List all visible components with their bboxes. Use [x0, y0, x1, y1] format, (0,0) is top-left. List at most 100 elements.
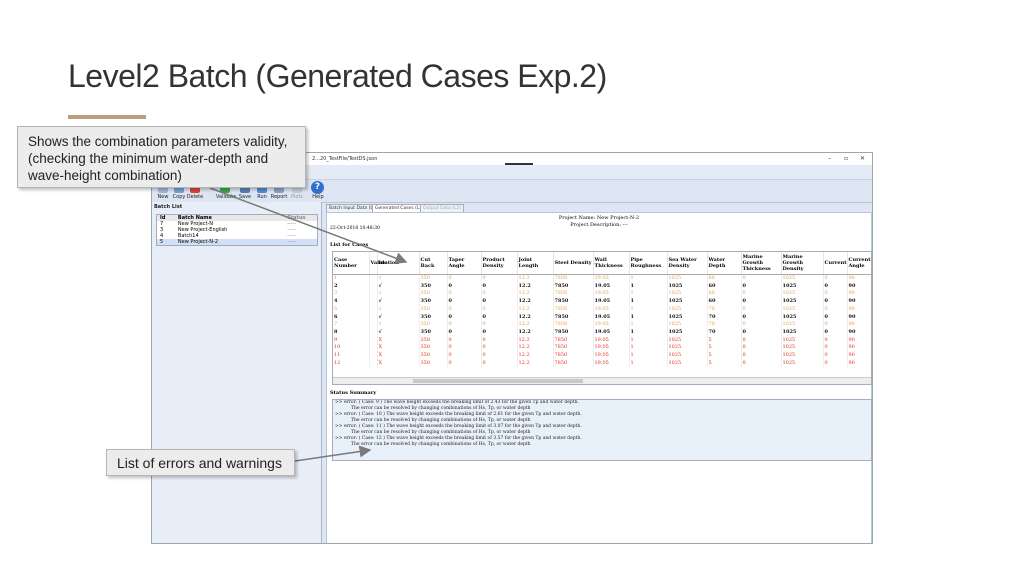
table-cell: 1025 — [667, 352, 708, 360]
table-cell: 1025 — [667, 359, 708, 368]
table-cell — [369, 359, 378, 368]
table-cell: 0 — [741, 274, 782, 283]
column-header[interactable]: Steel Density — [553, 252, 594, 275]
table-cell: 0 — [447, 352, 482, 360]
horizontal-scrollbar[interactable] — [333, 377, 871, 384]
table-cell: 1025 — [667, 321, 708, 329]
column-header[interactable]: Current Angle — [847, 252, 871, 275]
table-row[interactable]: 8 √ 350 0 0 12.2 7850 19.05 1 1025 70 0 1025 0 90 — [333, 328, 871, 337]
table-cell: 1025 — [781, 352, 824, 360]
table-cell: 0 — [447, 321, 482, 329]
maximize-icon[interactable]: ▫ — [844, 155, 848, 162]
table-cell: 2 — [333, 282, 370, 291]
batch-list-row-selected[interactable]: 5 New Project-N-2 ----- — [157, 239, 317, 245]
column-header[interactable]: Pipe Roughness — [629, 252, 668, 275]
table-row[interactable]: 5 √ 350 0 0 12.2 7850 19.05 1 1025 70 0 1025 0 90 — [333, 305, 871, 314]
batch-list-pane: Batch List Id Batch Name Status 7 New Pr… — [152, 202, 322, 543]
table-cell: 5 — [707, 352, 742, 360]
table-cell: 19.05 — [593, 321, 630, 329]
minimize-icon[interactable]: – — [828, 155, 831, 162]
table-cell: 0 — [447, 290, 482, 299]
column-header[interactable]: Marine Growth Density — [781, 252, 824, 275]
column-header[interactable]: Wall Thickness — [593, 252, 630, 275]
batch-name: New Project-N-2 — [177, 239, 219, 245]
message-line: The error can be resolved by changing co… — [351, 442, 531, 447]
title-underline — [68, 115, 146, 119]
table-row[interactable]: 6 √ 350 0 0 12.2 7850 19.05 1 1025 70 0 1025 0 90 — [333, 313, 871, 322]
table-cell: 0 — [481, 282, 518, 291]
table-cell: 19.05 — [593, 274, 630, 283]
help-label: Help — [312, 194, 324, 200]
table-cell: 0 — [481, 336, 518, 345]
table-cell: 12.2 — [517, 321, 554, 329]
column-header[interactable]: Joint Length — [517, 252, 554, 275]
table-cell — [369, 313, 378, 322]
column-header[interactable]: Validation — [369, 252, 399, 275]
table-cell: 19.05 — [593, 336, 630, 345]
table-cell: 1 — [629, 352, 668, 360]
column-header[interactable]: Sea Water Density — [667, 252, 708, 275]
table-cell: 12.2 — [517, 344, 554, 353]
table-cell: √ — [377, 274, 420, 283]
column-header[interactable]: Case Number — [333, 252, 370, 275]
table-cell: 7 — [333, 321, 370, 329]
delete-label: Delete — [186, 194, 204, 200]
table-cell: 90 — [847, 305, 871, 314]
column-header[interactable]: Cut Back — [419, 252, 448, 275]
table-cell: 60 — [707, 290, 742, 299]
scrollbar-thumb[interactable] — [413, 379, 583, 383]
table-cell: 12.2 — [517, 305, 554, 314]
table-cell: 0 — [823, 305, 848, 314]
table-row[interactable]: 2 √ 350 0 0 12.2 7850 19.05 1 1025 60 0 1025 0 90 — [333, 282, 871, 291]
table-row[interactable]: 9 X 350 0 0 12.2 7850 19.05 1 1025 5 0 1025 0 90 — [333, 336, 871, 345]
table-row[interactable]: 7 √ 350 0 0 12.2 7850 19.05 1 1025 70 0 1025 0 90 — [333, 321, 871, 329]
table-cell: 0 — [447, 336, 482, 345]
table-cell: 1025 — [781, 290, 824, 299]
help-icon[interactable]: ? — [311, 181, 324, 194]
column-header[interactable]: Product Density — [481, 252, 518, 275]
copy-label: Copy — [172, 194, 186, 200]
table-cell: X — [377, 344, 420, 353]
message-summary-box[interactable]: >> error: ( Case: 9 ) The wave height ex… — [332, 399, 872, 461]
table-cell: 0 — [447, 305, 482, 314]
table-cell: 12.2 — [517, 328, 554, 337]
table-cell: 19.05 — [593, 282, 630, 291]
column-header[interactable]: Marine Growth Thickness — [741, 252, 782, 275]
table-cell: 1025 — [781, 359, 824, 368]
table-cell: 0 — [481, 321, 518, 329]
table-cell: 350 — [419, 274, 448, 283]
cases-table-body: 1 √ 350 0 0 12.2 7850 19.05 1 1025 60 0 1025 0 90 2 √ 350… — [333, 274, 871, 368]
slide-title: Level2 Batch (Generated Cases Exp.2) — [68, 58, 607, 94]
table-row[interactable]: 3 √ 350 0 0 12.2 7850 19.05 1 1025 60 0 1025 0 90 — [333, 290, 871, 299]
column-header[interactable]: Water Depth — [707, 252, 742, 275]
table-cell: 60 — [707, 298, 742, 306]
table-cell: 0 — [447, 274, 482, 283]
table-cell: 350 — [419, 336, 448, 345]
table-cell: 19.05 — [593, 328, 630, 337]
table-cell: 90 — [847, 328, 871, 337]
table-cell — [369, 274, 378, 283]
table-cell — [369, 336, 378, 345]
table-row[interactable]: 4 √ 350 0 0 12.2 7850 19.05 1 1025 60 0 1025 0 90 — [333, 298, 871, 306]
table-cell: 350 — [419, 305, 448, 314]
column-header[interactable]: Taper Angle — [447, 252, 482, 275]
table-row[interactable]: 12 X 350 0 0 12.2 7850 19.05 1 1025 5 0 1025 0 90 — [333, 359, 871, 368]
table-row[interactable]: 1 √ 350 0 0 12.2 7850 19.05 1 1025 60 0 1025 0 90 — [333, 274, 871, 283]
messages-title: Status Summary — [330, 390, 377, 396]
table-cell: 0 — [481, 313, 518, 322]
help-button[interactable]: Help — [309, 194, 327, 200]
table-cell: 350 — [419, 290, 448, 299]
table-cell: 0 — [447, 282, 482, 291]
table-cell: 7850 — [553, 274, 594, 283]
table-cell: 19.05 — [593, 298, 630, 306]
table-cell: 7850 — [553, 344, 594, 353]
close-icon[interactable]: ✕ — [860, 155, 865, 162]
table-cell: 12.2 — [517, 290, 554, 299]
table-cell: 0 — [447, 328, 482, 337]
table-row[interactable]: 10 X 350 0 0 12.2 7850 19.05 1 1025 5 0 1025 0 90 — [333, 344, 871, 353]
table-cell: 350 — [419, 359, 448, 368]
column-header[interactable]: Current — [823, 252, 848, 275]
table-row[interactable]: 11 X 350 0 0 12.2 7850 19.05 1 1025 5 0 1025 0 90 — [333, 352, 871, 360]
table-cell: 0 — [741, 313, 782, 322]
run-label: Run — [257, 194, 267, 200]
